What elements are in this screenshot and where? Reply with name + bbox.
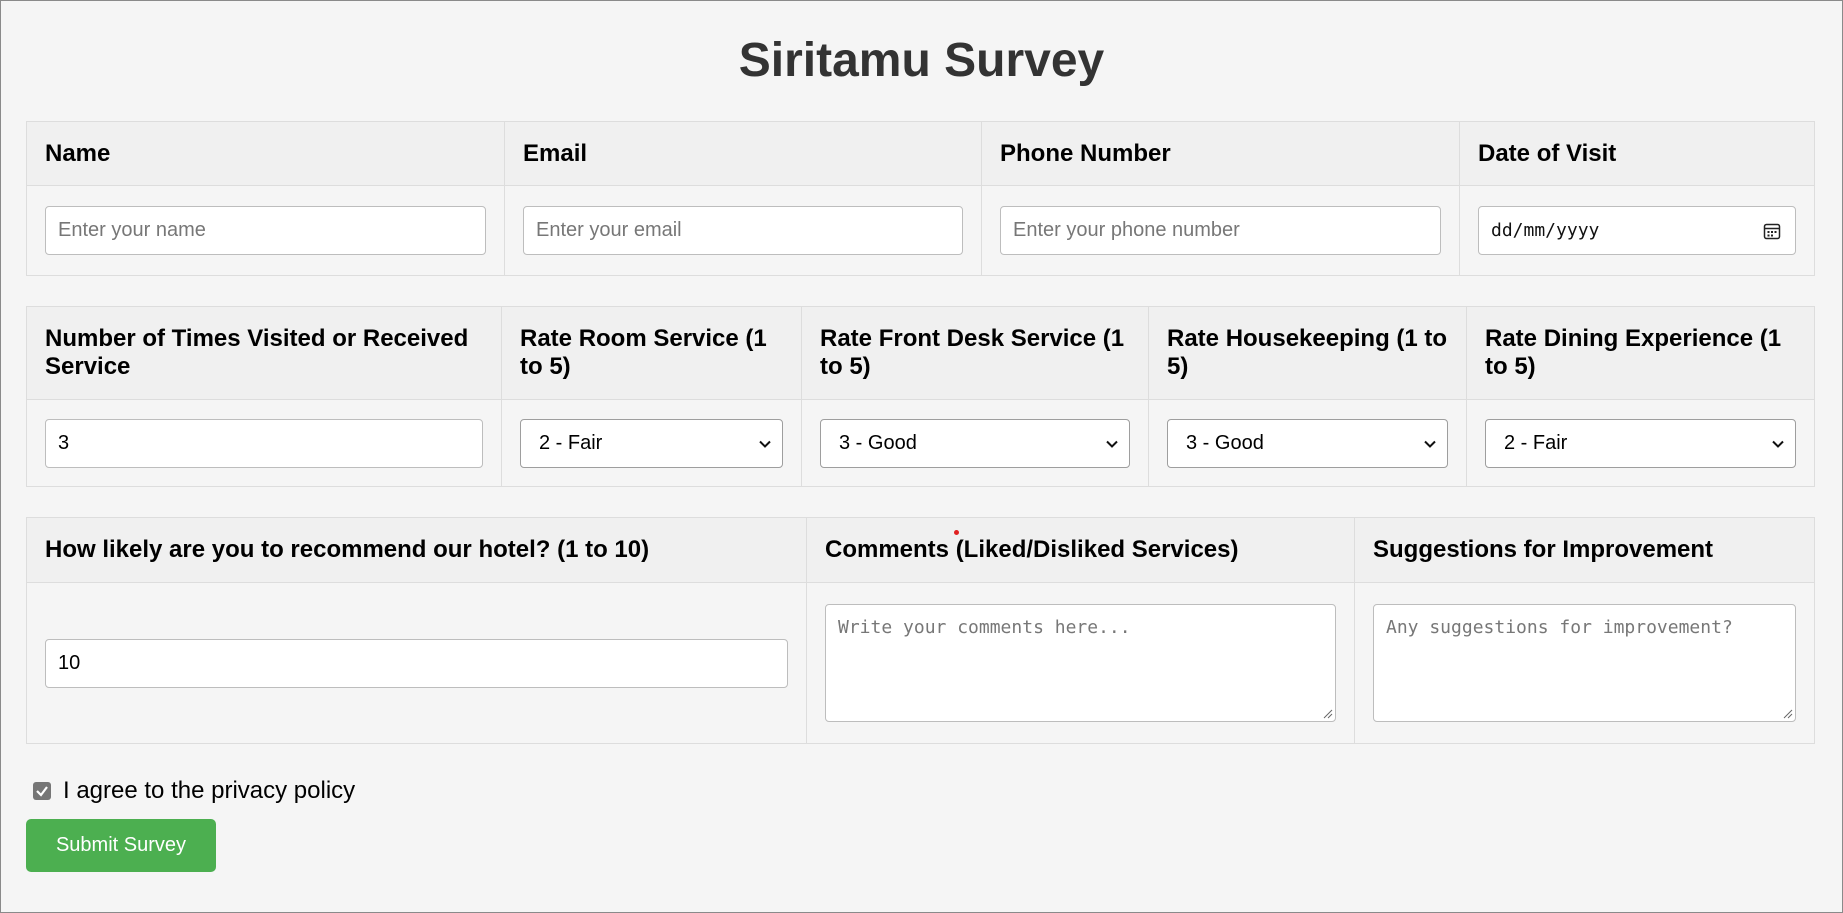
feedback-header-row: How likely are you to recommend our hote… <box>26 517 1815 583</box>
submit-button[interactable]: Submit Survey <box>26 819 216 872</box>
privacy-row: I agree to the privacy policy <box>33 777 355 805</box>
chevron-down-icon <box>759 440 771 448</box>
page-title: Siritamu Survey <box>738 34 1105 87</box>
ratings-table: Number of Times Visited or Received Serv… <box>26 306 1815 487</box>
resize-grip-icon[interactable] <box>1781 707 1793 719</box>
header-name: Name <box>26 121 505 186</box>
front-desk-value: 3 - Good <box>839 431 917 454</box>
dining-cell: 2 - Fair <box>1466 399 1815 487</box>
chevron-down-icon <box>1424 440 1436 448</box>
comments-textarea[interactable] <box>825 604 1336 722</box>
suggestions-cell <box>1354 582 1815 744</box>
recommend-cell <box>26 582 807 744</box>
checkmark-icon <box>36 786 48 797</box>
visits-input[interactable] <box>45 418 483 468</box>
header-suggestions: Suggestions for Improvement <box>1354 517 1815 583</box>
header-room-service: Rate Room Service (1 to 5) <box>501 306 802 400</box>
date-cell: dd/mm/yyyy <box>1459 185 1815 276</box>
recommend-input[interactable] <box>45 638 788 688</box>
survey-page: Siritamu Survey Name Email Phone Number … <box>0 0 1843 913</box>
header-email: Email <box>504 121 982 186</box>
header-dining: Rate Dining Experience (1 to 5) <box>1466 306 1815 400</box>
privacy-label: I agree to the privacy policy <box>63 777 356 804</box>
phone-cell <box>981 185 1460 276</box>
ratings-input-row: 2 - Fair 3 - Good 3 - Good 2 - Fair <box>26 399 1815 487</box>
front-desk-cell: 3 - Good <box>801 399 1149 487</box>
email-input[interactable] <box>523 206 963 255</box>
header-visits: Number of Times Visited or Received Serv… <box>26 306 502 400</box>
calendar-icon[interactable] <box>1763 222 1781 240</box>
privacy-checkbox[interactable] <box>33 782 51 800</box>
housekeeping-value: 3 - Good <box>1186 431 1264 454</box>
feedback-input-row <box>26 582 1815 744</box>
header-comments: Comments (Liked/Disliked Services) <box>806 517 1355 583</box>
room-service-value: 2 - Fair <box>539 431 603 454</box>
room-service-cell: 2 - Fair <box>501 399 802 487</box>
header-front-desk: Rate Front Desk Service (1 to 5) <box>801 306 1149 400</box>
date-input[interactable]: dd/mm/yyyy <box>1478 206 1796 255</box>
contact-table: Name Email Phone Number Date of Visit dd… <box>26 121 1815 276</box>
room-service-select[interactable]: 2 - Fair <box>520 418 783 468</box>
chevron-down-icon <box>1106 440 1118 448</box>
visits-cell <box>26 399 502 487</box>
housekeeping-cell: 3 - Good <box>1148 399 1467 487</box>
suggestions-textarea[interactable] <box>1373 604 1796 722</box>
resize-grip-icon[interactable] <box>1321 707 1333 719</box>
comments-cell <box>806 582 1355 744</box>
suggestions-wrap <box>1373 604 1796 722</box>
front-desk-select[interactable]: 3 - Good <box>820 418 1130 468</box>
feedback-table: How likely are you to recommend our hote… <box>26 517 1815 744</box>
header-date: Date of Visit <box>1459 121 1815 186</box>
dining-value: 2 - Fair <box>1504 431 1568 454</box>
header-phone: Phone Number <box>981 121 1460 186</box>
contact-input-row: dd/mm/yyyy <box>26 185 1815 276</box>
name-input[interactable] <box>45 206 486 255</box>
chevron-down-icon <box>1772 440 1784 448</box>
phone-input[interactable] <box>1000 206 1441 255</box>
name-cell <box>26 185 505 276</box>
comments-wrap <box>825 604 1336 722</box>
contact-header-row: Name Email Phone Number Date of Visit <box>26 121 1815 186</box>
dining-select[interactable]: 2 - Fair <box>1485 418 1796 468</box>
email-cell <box>504 185 982 276</box>
cursor-dot <box>954 530 959 535</box>
header-recommend: How likely are you to recommend our hote… <box>26 517 807 583</box>
header-housekeeping: Rate Housekeeping (1 to 5) <box>1148 306 1467 400</box>
ratings-header-row: Number of Times Visited or Received Serv… <box>26 306 1815 400</box>
date-value: dd/mm/yyyy <box>1491 220 1600 241</box>
housekeeping-select[interactable]: 3 - Good <box>1167 418 1448 468</box>
